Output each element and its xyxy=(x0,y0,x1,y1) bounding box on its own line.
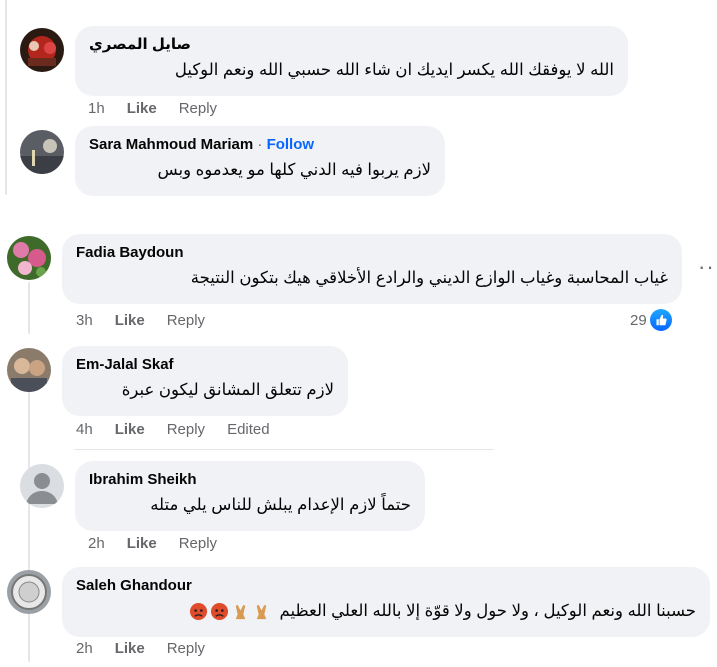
comment-actions: 4h Like Reply Edited xyxy=(76,421,292,438)
thread-line xyxy=(28,282,30,334)
avatar[interactable] xyxy=(7,348,51,392)
reaction-count: 29 xyxy=(630,311,647,329)
comment-text: حسبنا الله ونعم الوكيل ، ولا حول ولا قوّ… xyxy=(279,602,696,620)
reply-button[interactable]: Reply xyxy=(167,421,205,438)
like-button[interactable]: Like xyxy=(127,100,157,117)
comment-text: الله لا يوفقك الله يكسر ايديك ان شاء الل… xyxy=(174,61,614,79)
comment-author[interactable]: Sara Mahmoud Mariam xyxy=(89,136,253,153)
comment-bubble: Fadia Baydoun غياب المحاسبة وغياب الوازع… xyxy=(62,234,682,304)
follow-separator: · xyxy=(257,136,263,153)
follow-button[interactable]: Follow xyxy=(267,136,315,153)
comment-bubble: Ibrahim Sheikh حتماً لازم الإعدام يبلش ل… xyxy=(75,461,425,531)
comment-time[interactable]: 2h xyxy=(76,640,93,657)
comment-time[interactable]: 3h xyxy=(76,312,93,329)
reply-button[interactable]: Reply xyxy=(179,100,217,117)
comment-author[interactable]: صايل المصري xyxy=(89,35,614,55)
thread-line xyxy=(5,0,7,195)
comment-author[interactable]: Ibrahim Sheikh xyxy=(89,470,411,490)
comment-bubble: صايل المصري الله لا يوفقك الله يكسر ايدي… xyxy=(75,26,628,96)
avatar[interactable] xyxy=(20,28,64,72)
folded-hands-emoji xyxy=(256,604,267,620)
more-options-icon[interactable]: ··· xyxy=(698,254,717,280)
reaction-summary[interactable]: 29 xyxy=(630,309,672,331)
comment-actions: 2h Like Reply xyxy=(76,640,227,657)
comment-text: لازم يربوا فيه الدني كلها مو يعدموه وبس xyxy=(157,161,431,179)
comment-author-row: Sara Mahmoud Mariam · Follow xyxy=(89,135,431,155)
comment-actions: 3h Like Reply xyxy=(76,312,227,329)
comment-bubble: Sara Mahmoud Mariam · Follow لازم يربوا … xyxy=(75,126,445,196)
folded-hands-emoji xyxy=(235,604,246,620)
avatar[interactable] xyxy=(7,236,51,280)
comment-time[interactable]: 2h xyxy=(88,535,105,552)
edited-label[interactable]: Edited xyxy=(227,421,270,438)
comment-bubble: Saleh Ghandour حسبنا الله ونعم الوكيل ، … xyxy=(62,567,710,637)
comment-author[interactable]: Em-Jalal Skaf xyxy=(76,355,334,375)
avatar[interactable] xyxy=(20,130,64,174)
comment-text: حتماً لازم الإعدام يبلش للناس يلي متله xyxy=(150,496,411,514)
pouting-face-emoji xyxy=(210,603,228,621)
like-button[interactable]: Like xyxy=(127,535,157,552)
reply-button[interactable]: Reply xyxy=(179,535,217,552)
comment-time[interactable]: 4h xyxy=(76,421,93,438)
comment-text-row: حسبنا الله ونعم الوكيل ، ولا حول ولا قوّ… xyxy=(76,599,696,623)
reply-button[interactable]: Reply xyxy=(167,312,205,329)
emoji-group xyxy=(189,602,271,621)
avatar[interactable] xyxy=(7,570,51,614)
like-button[interactable]: Like xyxy=(115,312,145,329)
thread-divider xyxy=(74,449,494,450)
thread-line xyxy=(28,392,30,662)
comment-text: غياب المحاسبة وغياب الوازع الديني والراد… xyxy=(190,269,668,287)
default-avatar-icon[interactable] xyxy=(20,464,64,508)
comment-actions: 2h Like Reply xyxy=(88,535,239,552)
comment-actions: 1h Like Reply xyxy=(88,100,239,117)
comment-author[interactable]: Saleh Ghandour xyxy=(76,576,696,596)
comment-author[interactable]: Fadia Baydoun xyxy=(76,243,668,263)
comment-time[interactable]: 1h xyxy=(88,100,105,117)
comment-bubble: Em-Jalal Skaf لازم تتعلق المشانق ليكون ع… xyxy=(62,346,348,416)
pouting-face-emoji xyxy=(189,603,207,621)
comment-text: لازم تتعلق المشانق ليكون عبرة xyxy=(121,381,334,399)
like-button[interactable]: Like xyxy=(115,421,145,438)
reply-button[interactable]: Reply xyxy=(167,640,205,657)
like-button[interactable]: Like xyxy=(115,640,145,657)
like-reaction-icon xyxy=(649,309,672,331)
